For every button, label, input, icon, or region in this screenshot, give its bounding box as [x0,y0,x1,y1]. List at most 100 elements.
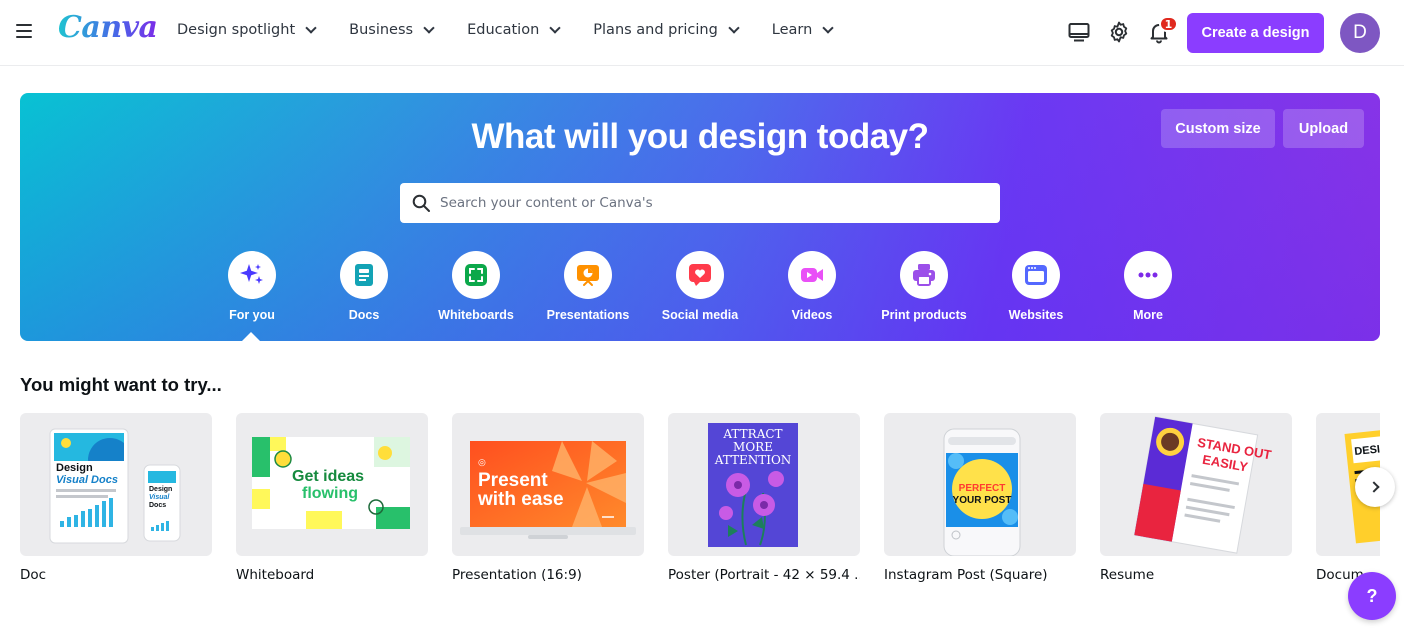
presentation-icon [577,265,599,286]
whiteboard-thumbnail-art: Get ideas flowing [252,437,410,529]
card-whiteboard[interactable]: Get ideas flowing Whiteboard [236,413,428,583]
video-icon [801,268,823,282]
card-thumbnail: STAND OUT EASILY [1100,413,1292,556]
chevron-down-icon [728,22,740,34]
svg-text:Design: Design [56,462,93,474]
category-whiteboards[interactable]: Whiteboards [420,251,532,322]
category-icon-circle [564,251,612,299]
doc-icon [355,264,373,286]
nav-education[interactable]: Education [467,22,561,38]
category-icon-circle [900,251,948,299]
svg-text:Present: Present [478,470,548,491]
desktop-app-icon[interactable] [1067,20,1091,44]
printer-icon [913,264,935,286]
category-icon-circle [1124,251,1172,299]
chevron-right-icon [1367,481,1380,493]
card-label: Instagram Post (Square) [884,567,1048,583]
top-header: Canva Design spotlight Business Educatio… [0,0,1404,66]
category-label: Docs [348,308,380,322]
category-presentations[interactable]: Presentations [532,251,644,322]
category-social-media[interactable]: Social media [644,251,756,322]
menu-icon[interactable] [16,24,32,40]
category-icon-circle [228,251,276,299]
svg-text:Docs: Docs [149,502,166,509]
help-button[interactable]: ? [1348,572,1396,620]
nav-learn[interactable]: Learn [771,22,834,38]
upload-button[interactable]: Upload [1283,109,1364,148]
notification-badge: 1 [1159,16,1178,32]
category-label: Print products [881,308,967,322]
card-thumbnail: PERFECT YOUR POST [884,413,1076,556]
chevron-down-icon [549,22,561,34]
card-label: Poster (Portrait - 42 × 59.4 ... [668,567,860,583]
svg-text:DESIG: DESIG [1354,443,1380,459]
svg-text:flowing: flowing [302,485,358,502]
category-label: For you [229,308,275,322]
search-input[interactable] [440,195,980,211]
section-title: You might want to try... [20,374,222,395]
nav-design-spotlight[interactable]: Design spotlight [177,22,317,38]
hero-banner: What will you design today? Custom size … [20,93,1380,341]
category-label: Whiteboards [438,308,514,322]
nav-plans-and-pricing[interactable]: Plans and pricing [593,22,740,38]
svg-text:YOUR POST: YOUR POST [953,495,1012,506]
category-websites[interactable]: Websites [980,251,1092,322]
custom-size-button[interactable]: Custom size [1161,109,1275,148]
gear-icon[interactable] [1107,20,1131,44]
category-icon-circle [452,251,500,299]
card-thumbnail: Get ideas flowing [236,413,428,556]
category-label: Presentations [546,308,630,322]
carousel-next-button[interactable] [1355,467,1395,507]
svg-text:Visual: Visual [149,494,170,501]
nav-label: Learn [771,22,813,38]
category-label: Videos [791,308,833,322]
card-thumbnail: ◎ Present with ease [452,413,644,556]
instagram-thumbnail-art: PERFECT YOUR POST [943,428,1021,556]
nav-label: Plans and pricing [593,22,718,38]
chevron-down-icon [423,22,435,34]
svg-text:ATTRACT: ATTRACT [722,427,782,441]
avatar[interactable]: D [1340,13,1380,53]
category-videos[interactable]: Videos [756,251,868,322]
card-poster[interactable]: ATTRACT MORE ATTENTION Poster (Portrait … [668,413,860,583]
category-label: Social media [661,308,739,322]
nav-label: Education [467,22,540,38]
card-doc[interactable]: Design Visual Docs Design Visual Docs Do… [20,413,212,583]
category-icon-circle [1012,251,1060,299]
selected-category-indicator [242,332,260,341]
card-presentation[interactable]: ◎ Present with ease Presentation (16:9) [452,413,644,583]
category-label: Websites [1008,308,1064,322]
search-bar [400,183,1000,223]
more-icon [1138,272,1158,278]
category-docs[interactable]: Docs [308,251,420,322]
card-label: Doc [20,567,47,583]
search-icon [412,194,430,212]
nav-label: Business [349,22,414,38]
category-print-products[interactable]: Print products [868,251,980,322]
svg-text:PERFECT: PERFECT [959,483,1006,494]
svg-text:Design: Design [149,486,172,493]
resume-thumbnail-art: STAND OUT EASILY [1133,416,1273,554]
card-label: Resume [1100,567,1155,583]
canva-logo[interactable]: Canva [58,10,158,45]
svg-text:Visual Docs: Visual Docs [56,474,118,486]
category-more[interactable]: More [1092,251,1204,322]
create-design-button[interactable]: Create a design [1187,13,1324,53]
category-icon-circle [676,251,724,299]
card-thumbnail: Design Visual Docs Design Visual Docs [20,413,212,556]
category-for-you[interactable]: For you [196,251,308,322]
poster-thumbnail-art: ATTRACT MORE ATTENTION [708,423,798,547]
card-label: Presentation (16:9) [452,567,582,583]
heart-icon [689,264,711,286]
presentation-thumbnail-art: ◎ Present with ease [460,441,636,539]
nav-business[interactable]: Business [349,22,435,38]
doc-thumbnail-art: Design Visual Docs Design Visual Docs [49,428,181,544]
suggestion-cards: Design Visual Docs Design Visual Docs Do… [20,413,1380,603]
website-icon [1025,265,1047,285]
svg-text:with ease: with ease [477,489,564,510]
card-resume[interactable]: STAND OUT EASILY Resume [1100,413,1292,583]
card-instagram-post[interactable]: PERFECT YOUR POST Instagram Post (Square… [884,413,1076,583]
chevron-down-icon [305,22,317,34]
svg-text:Get ideas: Get ideas [292,468,364,485]
svg-text:◎: ◎ [478,457,486,467]
